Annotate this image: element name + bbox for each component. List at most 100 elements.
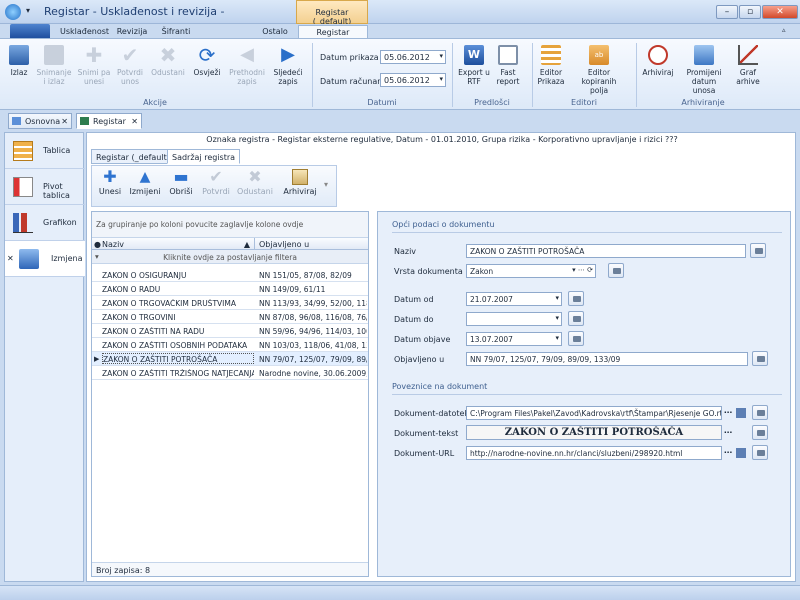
close-button[interactable]: ✕ <box>762 5 798 19</box>
prethodni-zapis-button[interactable]: ◀ Prethodni zapis <box>228 45 266 87</box>
browse-ellipsis-icon[interactable]: ⋯ <box>724 428 732 437</box>
filter-row[interactable]: ▾ Kliknite ovdje za postavljanje filtera <box>92 250 368 264</box>
report-search-icon <box>498 45 518 65</box>
dokument-url-field[interactable]: http://narodne-novine.nn.hr/clanci/sluzb… <box>466 446 722 460</box>
snimi-unesi-button[interactable]: ✚ Snimi pa unesi <box>76 45 112 86</box>
sljedeci-zapis-button[interactable]: ▶ Sljedeći zapis <box>270 45 306 87</box>
obrisi-button[interactable]: ▬ Obriši <box>166 167 196 197</box>
close-tab-icon[interactable]: ✕ <box>131 117 138 126</box>
subtab-registar-default[interactable]: Registar (_default) <box>91 149 175 164</box>
objavljeno-field[interactable]: NN 79/07, 125/07, 79/09, 89/09, 133/09 <box>466 352 748 366</box>
tab-uskladenost[interactable]: Usklađenost <box>60 25 109 38</box>
izmijeni-button[interactable]: ▲ Izmijeni <box>128 169 162 196</box>
export-rtf-button[interactable]: W Export u RTF <box>458 45 490 86</box>
snimanje-izlaz-button[interactable]: Snimanje i izlaz <box>36 45 72 86</box>
file-menu-button[interactable] <box>10 24 50 38</box>
subtab-sadrzaj-registra[interactable]: Sadržaj registra <box>167 149 241 164</box>
minus-icon: ▬ <box>173 167 189 186</box>
arhiviraj-button[interactable]: Arhiviraj <box>642 45 674 77</box>
naziv-field[interactable]: ZAKON O ZAŠTITI POTROŠAČA <box>466 244 746 258</box>
doc-tab-registar[interactable]: Registar ✕ <box>76 113 142 129</box>
nav-item-tablica[interactable]: Tablica <box>5 133 85 169</box>
odustani-button[interactable]: ✖ Odustani <box>150 45 186 77</box>
plus-icon: ✚ <box>85 43 103 67</box>
url-edit-button[interactable] <box>752 445 768 460</box>
odustani-toolbar-button[interactable]: ✖ Odustani <box>236 169 274 197</box>
graf-arhive-button[interactable]: Graf arhive <box>734 45 762 86</box>
close-icon[interactable]: ✕ <box>7 254 14 263</box>
column-header-naziv[interactable]: ● Naziv ▲ <box>92 238 254 250</box>
ribbon-minimize-icon[interactable]: ▵ <box>782 26 786 34</box>
group-label-datumi: Datumi <box>367 98 397 107</box>
objavljeno-edit-button[interactable] <box>752 351 768 366</box>
datoteka-edit-button[interactable] <box>752 405 768 420</box>
osvjezi-button[interactable]: ⟳ Osvježi <box>190 45 224 77</box>
nav-item-pivot-tablica[interactable]: Pivot tablica <box>5 169 85 205</box>
tab-ostalo[interactable]: Ostalo <box>260 25 290 38</box>
doc-tab-osnovna[interactable]: Osnovna ✕ <box>8 113 72 129</box>
browse-ellipsis-icon[interactable]: ⋯ <box>724 408 732 417</box>
group-separator <box>312 43 313 107</box>
table-row[interactable]: ZAKON O ZAŠTITI TRŽIŠNOG NATJECANJA Narod… <box>92 366 368 380</box>
tab-registar[interactable]: Registar <box>298 25 368 38</box>
potvrdi-unos-button[interactable]: ✔ Potvrdi unos <box>114 45 146 86</box>
arhiviraj-toolbar-button[interactable]: Arhiviraj <box>282 169 318 196</box>
objavljeno-label: Objavljeno u <box>394 355 445 364</box>
dropdown-arrow-icon[interactable]: ▾ <box>439 52 443 60</box>
tab-revizija[interactable]: Revizija <box>115 25 149 38</box>
editor-prikaza-button[interactable]: Editor Prikaza <box>536 45 566 86</box>
dokument-tekst-field[interactable]: ZAKON O ZAŠTITI POTROŠAČA <box>466 425 722 440</box>
potvrdi-button[interactable]: ✔ Potvrdi <box>200 169 232 197</box>
tekst-edit-button[interactable] <box>752 425 768 440</box>
status-bar <box>0 585 800 600</box>
vrsta-edit-button[interactable] <box>608 263 624 278</box>
promijeni-datum-unosa-button[interactable]: Promijeni datum unosa <box>680 45 728 95</box>
editor-kopiranih-polja-button[interactable]: ab Editor kopiranih polja <box>572 45 626 95</box>
datum-do-field[interactable]: ▾ <box>466 312 562 326</box>
izlaz-button[interactable]: Izlaz <box>6 45 32 77</box>
naziv-edit-button[interactable] <box>750 243 766 258</box>
datum-od-field[interactable]: 21.07.2007 ▾ <box>466 292 562 306</box>
table-row[interactable]: ZAKON O TRGOVAČKIM DRUŠTVIMA NN 113/93, 3… <box>92 296 368 310</box>
maximize-button[interactable]: ▫ <box>739 5 761 19</box>
dropdown-arrow-icon[interactable]: ▾ <box>555 314 559 322</box>
nav-item-grafikon[interactable]: Grafikon <box>5 205 85 241</box>
datum-od-label: Datum od <box>394 295 434 304</box>
unesi-button[interactable]: ✚ Unesi <box>96 169 124 197</box>
datum-objave-edit-button[interactable] <box>568 331 584 346</box>
dropdown-arrow-icon[interactable]: ▾ <box>555 334 559 342</box>
toolbar-overflow-icon[interactable]: ▾ <box>324 180 328 189</box>
table-row[interactable]: ZAKON O OSIGURANJU NN 151/05, 87/08, 82/0… <box>92 268 368 282</box>
nav-item-izmjena[interactable]: ✕ Izmjena <box>5 241 85 277</box>
table-row[interactable]: ZAKON O ZAŠTITI OSOBNIH PODATAKA NN 103/0… <box>92 338 368 352</box>
datum-objave-field[interactable]: 13.07.2007 ▾ <box>466 332 562 346</box>
datum-prikaza-field[interactable]: 05.06.2012 ▾ <box>380 50 446 64</box>
datum-do-edit-button[interactable] <box>568 311 584 326</box>
table-row[interactable]: ZAKON O TRGOVINI NN 87/08, 96/08, 116/08,… <box>92 310 368 324</box>
dokument-datoteka-field[interactable]: C:\Program Files\Pakel\Zavod\Kadrovska\r… <box>466 406 722 420</box>
datum-racunanja-field[interactable]: 05.06.2012 ▾ <box>380 73 446 87</box>
record-count: Broj zapisa: 8 <box>92 562 368 576</box>
datum-od-edit-button[interactable] <box>568 291 584 306</box>
dropdown-arrow-icon[interactable]: ▾ <box>439 75 443 83</box>
vrsta-dokumenta-select[interactable]: Zakon ▾ ⋯ ⟳ <box>466 264 596 278</box>
app-icon[interactable] <box>5 4 21 20</box>
save-file-icon[interactable] <box>736 448 746 458</box>
table-row[interactable]: ZAKON O RADU NN 149/09, 61/11 <box>92 282 368 296</box>
table-icon <box>13 141 33 161</box>
group-panel[interactable]: Za grupiranje po koloni povucite zaglavl… <box>92 212 368 238</box>
quick-access-dropdown-icon[interactable]: ▾ <box>26 6 30 15</box>
dropdown-arrow-icon[interactable]: ▾ ⋯ ⟳ <box>572 266 593 274</box>
fast-report-button[interactable]: Fast report <box>492 45 524 86</box>
table-row[interactable]: ZAKON O ZAŠTITI NA RADU NN 59/96, 94/96, … <box>92 324 368 338</box>
column-header-objavljeno[interactable]: Objavljeno u <box>254 238 368 250</box>
dropdown-arrow-icon[interactable]: ▾ <box>555 294 559 302</box>
sort-indicator: ● <box>94 240 101 249</box>
table-row-selected[interactable]: ▶ ZAKON O ZAŠTITI POTROŠAČA NN 79/07, 125/… <box>92 352 368 366</box>
close-tab-icon[interactable]: ✕ <box>61 117 68 126</box>
save-file-icon[interactable] <box>736 408 746 418</box>
minimize-button[interactable]: – <box>716 5 738 19</box>
tab-sifranti[interactable]: Šifranti <box>158 25 194 38</box>
browse-ellipsis-icon[interactable]: ⋯ <box>724 448 732 457</box>
section-title-poveznice: Poveznice na dokument <box>392 382 488 391</box>
